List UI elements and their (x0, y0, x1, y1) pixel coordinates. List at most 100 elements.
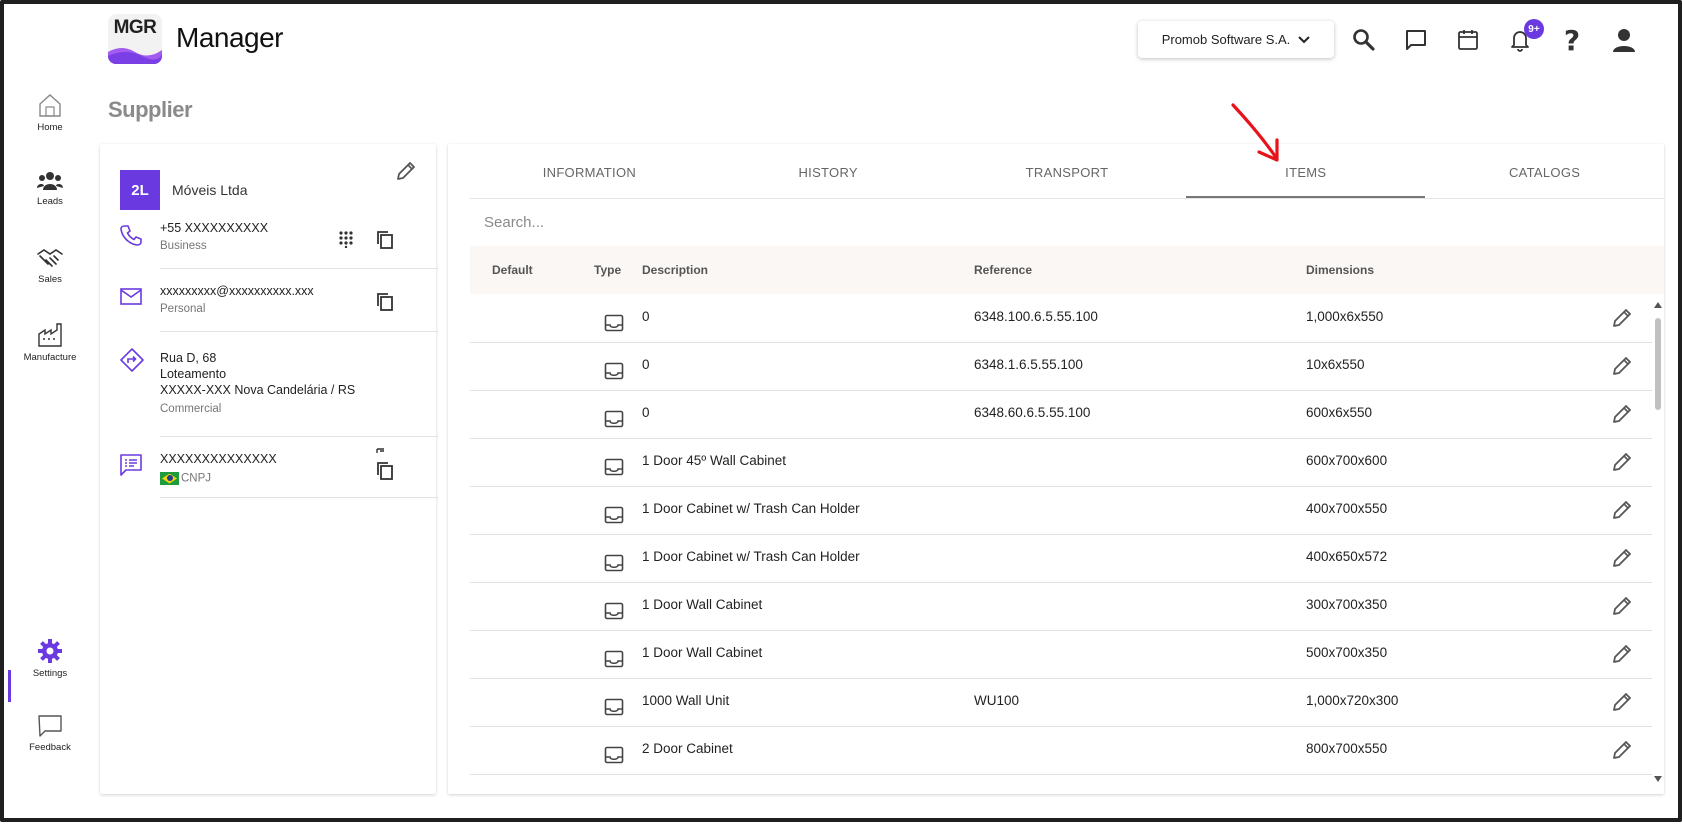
item-reference: 6348.100.6.5.55.100 (974, 309, 1098, 324)
help-icon[interactable]: ? (1558, 24, 1586, 57)
column-header-reference[interactable]: Reference (974, 263, 1032, 277)
item-type-icon (604, 554, 624, 575)
sidebar-item-home[interactable]: Home (16, 92, 84, 133)
document-label: CNPJ (181, 472, 212, 485)
scroll-down-icon[interactable] (1654, 776, 1662, 782)
edit-item-icon[interactable] (1610, 594, 1634, 621)
column-header-dimensions[interactable]: Dimensions (1306, 263, 1374, 277)
item-dimensions: 1,000x720x300 (1306, 693, 1399, 708)
tab-bar: INFORMATION HISTORY TRANSPORT ITEMS CATALOGS (470, 150, 1664, 199)
edit-item-icon[interactable] (1610, 354, 1634, 381)
scrollbar-thumb[interactable] (1655, 318, 1661, 410)
sidebar-item-manufacture[interactable]: Manufacture (16, 322, 84, 363)
page-title: Supplier (108, 97, 193, 122)
item-dimensions: 800x700x550 (1306, 741, 1388, 756)
table-row[interactable]: 0 6348.100.6.5.55.100 1,000x6x550 (470, 294, 1652, 343)
table-scrollbar[interactable] (1652, 300, 1664, 784)
item-type-icon (604, 506, 624, 527)
sidebar-item-label: Sales (38, 274, 62, 285)
column-header-description[interactable]: Description (642, 263, 708, 277)
search-input[interactable] (470, 200, 1660, 244)
app-title: Manager (176, 22, 284, 53)
copy-email-icon[interactable] (376, 292, 394, 317)
tab-items[interactable]: ITEMS (1186, 150, 1426, 198)
item-dimensions: 10x6x550 (1306, 357, 1365, 372)
table-row[interactable]: 0 6348.60.6.5.55.100 600x6x550 (470, 390, 1652, 439)
logo-text: MGR (113, 17, 157, 38)
item-description: 1 Door Wall Cabinet (642, 597, 763, 612)
table-row[interactable]: 1 Door Cabinet w/ Trash Can Holder 400x70… (470, 486, 1652, 535)
user-icon[interactable] (1610, 26, 1638, 54)
address-line3: XXXXX-XXX Nova Candelária / RS (160, 383, 356, 397)
divider (160, 497, 438, 498)
item-type-icon (604, 362, 624, 383)
people-icon (37, 172, 63, 190)
app-window: MGR Manager Promob Software S.A. 9+ ? Ho… (0, 0, 1682, 822)
sidebar-item-leads[interactable]: Leads (16, 170, 84, 207)
column-header-type[interactable]: Type (594, 263, 621, 277)
address-line1: Rua D, 68 (160, 351, 217, 365)
copy-phone-icon[interactable] (376, 230, 394, 255)
scroll-up-icon[interactable] (1654, 302, 1662, 308)
edit-item-icon[interactable] (1610, 306, 1634, 333)
edit-item-icon[interactable] (1610, 402, 1634, 429)
item-reference: 6348.60.6.5.55.100 (974, 405, 1091, 420)
item-description: 0 (642, 405, 650, 420)
sidebar-item-label: Manufacture (23, 352, 77, 363)
edit-supplier-icon[interactable] (394, 159, 418, 188)
item-type-icon (604, 602, 624, 623)
chevron-down-icon (1298, 35, 1311, 43)
company-selector-label: Promob Software S.A. (1161, 32, 1291, 47)
item-dimensions: 500x700x350 (1306, 645, 1388, 660)
item-type-icon (604, 458, 624, 479)
table-row[interactable]: 1 Door Wall Cabinet 300x700x350 (470, 582, 1652, 631)
sidebar-item-settings[interactable]: Settings (16, 638, 84, 679)
tab-transport[interactable]: TRANSPORT (948, 150, 1187, 198)
edit-item-icon[interactable] (1610, 450, 1634, 477)
table-row[interactable]: 2 Door Cabinet 800x700x550 (470, 726, 1652, 775)
table-row[interactable]: 1 Door 45º Wall Cabinet 600x700x600 (470, 438, 1652, 487)
sidebar-item-label: Home (37, 122, 63, 133)
item-type-icon (604, 650, 624, 671)
item-type-icon (604, 410, 624, 431)
edit-item-icon[interactable] (1610, 498, 1634, 525)
chat-icon[interactable] (1402, 26, 1430, 54)
email-address: xxxxxxxxx@xxxxxxxxxx.xxx (160, 284, 314, 298)
app-logo[interactable]: MGR (108, 14, 162, 64)
edit-item-icon[interactable] (1610, 546, 1634, 573)
item-description: 1 Door Cabinet w/ Trash Can Holder (642, 501, 860, 516)
tab-catalogs[interactable]: CATALOGS (1425, 150, 1664, 198)
copy-document-icon[interactable] (376, 447, 394, 486)
item-description: 1000 Wall Unit (642, 693, 730, 708)
edit-item-icon[interactable] (1610, 738, 1634, 765)
divider (160, 268, 438, 269)
notification-badge: 9+ (1524, 19, 1544, 39)
item-reference: WU100 (974, 693, 1020, 708)
directions-icon (120, 348, 144, 377)
home-icon (39, 94, 61, 117)
sidebar-item-feedback[interactable]: Feedback (16, 714, 84, 753)
company-selector[interactable]: Promob Software S.A. (1138, 21, 1334, 58)
column-header-default[interactable]: Default (492, 263, 533, 277)
table-row[interactable]: 1000 Wall Unit WU100 1,000x720x300 (470, 678, 1652, 727)
item-description: 0 (642, 357, 650, 372)
search-icon[interactable] (1350, 26, 1378, 54)
sidebar-item-label: Feedback (29, 742, 71, 753)
tab-information[interactable]: INFORMATION (470, 150, 709, 198)
table-row[interactable]: 0 6348.1.6.5.55.100 10x6x550 (470, 342, 1652, 391)
item-dimensions: 1,000x6x550 (1306, 309, 1384, 324)
edit-item-icon[interactable] (1610, 642, 1634, 669)
phone-number: +55 XXXXXXXXXX (160, 221, 269, 235)
sidebar-active-indicator (8, 670, 11, 702)
divider (160, 436, 438, 437)
edit-item-icon[interactable] (1610, 690, 1634, 717)
tab-history[interactable]: HISTORY (709, 150, 948, 198)
table-row[interactable]: 1 Door Wall Cabinet 500x700x350 (470, 630, 1652, 679)
table-row[interactable]: 1 Door Cabinet w/ Trash Can Holder 400x65… (470, 534, 1652, 583)
calendar-icon[interactable] (1454, 26, 1482, 54)
sidebar-item-sales[interactable]: Sales (16, 246, 84, 285)
dialpad-icon[interactable] (338, 230, 354, 253)
item-dimensions: 600x700x600 (1306, 453, 1388, 468)
sidebar-item-label: Settings (32, 668, 68, 679)
document-icon (120, 454, 142, 481)
